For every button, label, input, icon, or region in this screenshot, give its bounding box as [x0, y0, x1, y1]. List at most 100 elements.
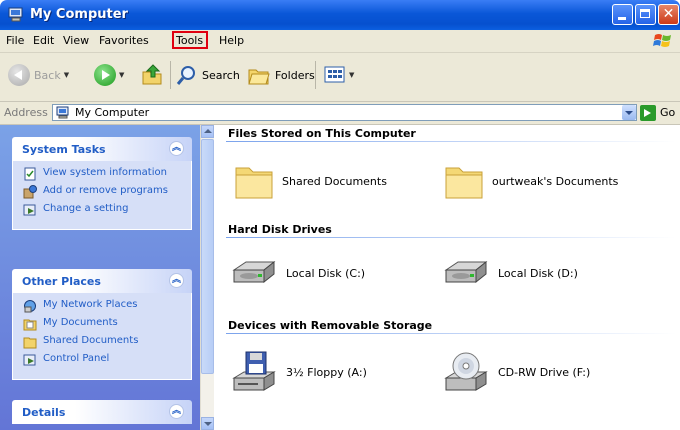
scroll-thumb[interactable]	[201, 139, 214, 374]
item-label: Local Disk (D:)	[498, 266, 578, 280]
windows-logo-icon	[653, 34, 671, 47]
floppy-drive-icon	[232, 351, 276, 391]
my-documents-icon	[23, 319, 37, 331]
details-panel: Details ︽	[12, 400, 192, 424]
task-label: Add or remove programs	[43, 185, 168, 196]
task-pane-scrollbar[interactable]	[200, 125, 214, 430]
maximize-button[interactable]	[635, 4, 656, 25]
minimize-button[interactable]	[612, 4, 633, 25]
item-local-disk-c[interactable]: Local Disk (C:)	[230, 258, 365, 288]
network-places-icon	[24, 300, 36, 313]
folder-icon	[235, 167, 273, 199]
system-tasks-panel: System Tasks ︽ View system information A…	[12, 137, 192, 230]
place-label: My Network Places	[43, 299, 138, 310]
window-title: My Computer	[30, 7, 128, 22]
menu-edit[interactable]: Edit	[33, 34, 54, 47]
toolbar-separator	[170, 61, 171, 89]
control-panel-icon	[23, 354, 36, 366]
item-label: ourtweak's Documents	[492, 174, 619, 188]
main-content: Files Stored on This Computer Shared Doc…	[214, 125, 680, 430]
hard-disk-icon	[444, 260, 488, 284]
search-icon	[176, 66, 195, 85]
collapse-icon[interactable]: ︽	[169, 141, 184, 156]
add-remove-programs-icon	[23, 185, 37, 199]
hard-disk-icon	[232, 260, 276, 284]
back-button[interactable]: Back ▼	[8, 62, 69, 88]
menu-file[interactable]: File	[6, 34, 24, 47]
item-cd-rw-f[interactable]: CD-RW Drive (F:)	[442, 350, 590, 394]
back-label: Back	[34, 68, 61, 82]
details-header[interactable]: Details ︽	[12, 400, 192, 424]
item-shared-documents[interactable]: Shared Documents	[234, 162, 387, 200]
folders-icon	[248, 69, 270, 85]
menu-favorites[interactable]: Favorites	[99, 34, 149, 47]
task-label: Change a setting	[43, 203, 129, 214]
system-tasks-title: System Tasks	[22, 143, 106, 156]
views-button[interactable]: ▼	[324, 62, 354, 88]
collapse-icon[interactable]: ︽	[169, 273, 184, 288]
place-shared-documents[interactable]: Shared Documents	[23, 335, 183, 349]
other-places-panel: Other Places ︽ My Network Places My Docu…	[12, 269, 192, 380]
group-files-stored: Files Stored on This Computer	[228, 127, 416, 140]
task-add-remove-programs[interactable]: Add or remove programs	[23, 185, 183, 199]
task-change-setting[interactable]: Change a setting	[23, 203, 183, 217]
computer-icon	[56, 106, 69, 119]
tools-highlight-box	[172, 31, 208, 49]
place-my-network-places[interactable]: My Network Places	[23, 299, 183, 313]
forward-dropdown-icon[interactable]: ▼	[119, 71, 124, 79]
control-panel-icon	[23, 204, 36, 216]
group-hard-disk-drives: Hard Disk Drives	[228, 223, 332, 236]
system-info-icon	[24, 167, 36, 181]
back-dropdown-icon[interactable]: ▼	[64, 71, 69, 79]
task-label: View system information	[43, 167, 167, 178]
menu-help[interactable]: Help	[219, 34, 244, 47]
close-button[interactable]: ✕	[658, 4, 679, 25]
item-floppy-a[interactable]: 3½ Floppy (A:)	[230, 350, 367, 394]
task-view-system-info[interactable]: View system information	[23, 167, 183, 181]
up-button[interactable]	[140, 62, 164, 88]
address-value: My Computer	[75, 106, 150, 119]
cd-drive-icon	[444, 352, 488, 391]
item-label: 3½ Floppy (A:)	[286, 365, 367, 379]
item-label: Shared Documents	[282, 174, 387, 188]
group-divider	[226, 141, 676, 142]
folder-icon	[23, 337, 37, 349]
close-icon: ✕	[662, 6, 675, 22]
address-bar: Address My Computer Go	[0, 102, 680, 125]
group-removable-storage: Devices with Removable Storage	[228, 319, 433, 332]
address-label: Address	[4, 106, 48, 119]
item-user-documents[interactable]: ourtweak's Documents	[444, 162, 618, 200]
folders-button[interactable]: Folders	[247, 62, 315, 88]
scroll-down-button[interactable]	[201, 417, 214, 430]
item-local-disk-d[interactable]: Local Disk (D:)	[442, 258, 578, 288]
address-dropdown-button[interactable]	[622, 105, 636, 120]
back-icon	[8, 64, 30, 86]
other-places-header[interactable]: Other Places ︽	[12, 269, 192, 293]
group-divider	[226, 333, 676, 334]
standard-toolbar: Back ▼ ▼ Search Folders ▼	[0, 53, 680, 102]
menu-view[interactable]: View	[63, 34, 89, 47]
computer-icon	[8, 7, 23, 22]
collapse-icon[interactable]: ︽	[169, 404, 184, 419]
other-places-title: Other Places	[22, 275, 101, 288]
folder-icon	[445, 167, 483, 199]
views-dropdown-icon[interactable]: ▼	[349, 71, 354, 79]
scroll-up-button[interactable]	[201, 125, 214, 138]
system-tasks-header[interactable]: System Tasks ︽	[12, 137, 192, 161]
up-folder-icon	[142, 64, 162, 85]
details-title: Details	[22, 406, 66, 419]
search-label: Search	[202, 68, 240, 82]
views-icon	[324, 66, 345, 83]
place-my-documents[interactable]: My Documents	[23, 317, 183, 331]
folders-label: Folders	[275, 68, 315, 82]
go-icon[interactable]	[640, 105, 656, 121]
title-bar[interactable]: My Computer ✕	[0, 0, 680, 30]
toolbar-separator	[315, 61, 316, 89]
search-button[interactable]: Search	[176, 62, 240, 88]
place-control-panel[interactable]: Control Panel	[23, 353, 183, 367]
go-button-label[interactable]: Go	[660, 106, 675, 119]
item-label: Local Disk (C:)	[286, 266, 366, 280]
forward-button[interactable]: ▼	[94, 62, 124, 88]
place-label: My Documents	[43, 317, 118, 328]
address-field[interactable]: My Computer	[52, 104, 637, 121]
